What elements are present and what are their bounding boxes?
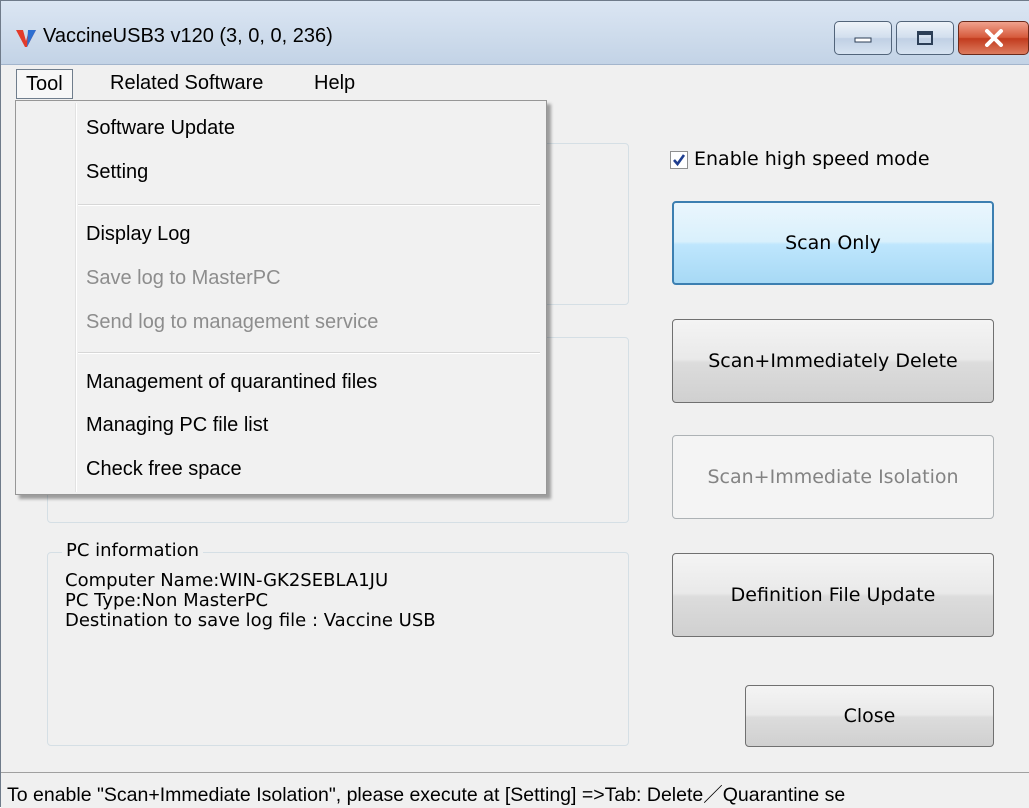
definition-update-button[interactable]: Definition File Update — [672, 553, 994, 637]
computer-name: Computer Name:WIN-GK2SEBLA1JU — [65, 570, 389, 591]
close-window-button[interactable] — [958, 21, 1029, 55]
menu-item-setting[interactable]: Setting — [86, 157, 148, 187]
log-destination: Destination to save log file : Vaccine U… — [65, 610, 436, 631]
menu-tool[interactable]: Tool — [16, 69, 73, 99]
minimize-button[interactable] — [834, 21, 892, 55]
close-button[interactable]: Close — [745, 685, 994, 747]
scan-only-button[interactable]: Scan Only — [672, 201, 994, 285]
high-speed-label: Enable high speed mode — [694, 148, 930, 170]
maximize-button[interactable] — [896, 21, 954, 55]
close-icon — [984, 29, 1003, 47]
tool-dropdown-menu: Software Update Setting Display Log Save… — [15, 100, 547, 495]
maximize-icon — [917, 31, 933, 45]
pc-type: PC Type:Non MasterPC — [65, 590, 269, 611]
pc-information-text: Computer Name:WIN-GK2SEBLA1JU PC Type:No… — [65, 571, 436, 631]
menu-item-quarantined-files[interactable]: Management of quarantined files — [86, 367, 377, 397]
menu-item-pc-file-list[interactable]: Managing PC file list — [86, 410, 268, 440]
menu-gutter — [75, 103, 77, 492]
menu-separator — [78, 204, 540, 206]
high-speed-checkbox[interactable] — [670, 151, 688, 169]
caption-buttons — [834, 21, 1029, 57]
menu-related-software[interactable]: Related Software — [102, 70, 271, 96]
menu-item-check-free-space[interactable]: Check free space — [86, 454, 242, 484]
menu-item-display-log[interactable]: Display Log — [86, 219, 191, 249]
app-window: VaccineUSB3 v120 (3, 0, 0, 236) Tool Rel… — [0, 0, 1029, 808]
status-message: To enable "Scan+Immediate Isolation", pl… — [7, 784, 846, 806]
menu-item-save-log[interactable]: Save log to MasterPC — [86, 263, 281, 293]
scan-delete-button[interactable]: Scan+Immediately Delete — [672, 319, 994, 403]
vaccine-logo-icon — [16, 30, 36, 47]
minimize-icon — [854, 37, 872, 43]
menu-item-send-log[interactable]: Send log to management service — [86, 307, 378, 337]
status-bar: To enable "Scan+Immediate Isolation", pl… — [1, 772, 1029, 808]
window-title: VaccineUSB3 v120 (3, 0, 0, 236) — [43, 25, 333, 47]
title-bar[interactable]: VaccineUSB3 v120 (3, 0, 0, 236) — [1, 1, 1029, 65]
scan-isolation-button[interactable]: Scan+Immediate Isolation — [672, 435, 994, 519]
menu-help[interactable]: Help — [306, 70, 363, 96]
menu-item-software-update[interactable]: Software Update — [86, 113, 235, 143]
pc-information-title: PC information — [62, 540, 204, 561]
menu-bar: Tool Related Software Help — [2, 65, 1029, 101]
menu-separator — [78, 352, 540, 354]
checkmark-icon — [673, 154, 686, 167]
